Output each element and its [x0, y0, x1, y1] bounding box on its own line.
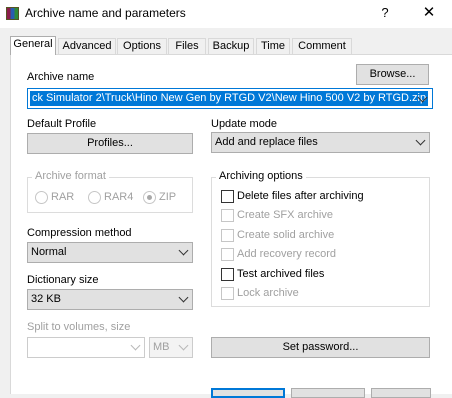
tab-advanced[interactable]: Advanced — [58, 38, 116, 54]
tab-backup[interactable]: Backup — [208, 38, 254, 54]
browse-button[interactable]: Browse... — [356, 64, 429, 85]
split-volumes-unit-value: MB — [153, 341, 170, 353]
set-password-button[interactable]: Set password... — [211, 337, 430, 358]
update-mode-select[interactable]: Add and replace files — [211, 132, 430, 153]
update-mode-label: Update mode — [211, 118, 278, 130]
delete-files-label: Delete files after archiving — [237, 190, 364, 202]
tab-general[interactable]: General — [10, 36, 56, 55]
archive-name-label: Archive name — [27, 71, 95, 83]
profiles-button[interactable]: Profiles... — [27, 133, 193, 154]
radio-rar4[interactable] — [88, 191, 101, 204]
split-volumes-size-combobox[interactable] — [27, 337, 145, 358]
create-solid-checkbox[interactable] — [221, 229, 234, 242]
winrar-app-icon — [6, 7, 19, 20]
archive-format-label: Archive format — [32, 170, 109, 182]
default-profile-label: Default Profile — [27, 118, 97, 130]
help-dialog-button[interactable] — [371, 388, 431, 398]
test-archived-label: Test archived files — [237, 268, 325, 280]
test-archived-checkbox[interactable] — [221, 268, 234, 281]
archiving-options-label: Archiving options — [216, 170, 306, 182]
dictionary-size-label: Dictionary size — [27, 274, 99, 286]
ok-button[interactable] — [211, 388, 285, 398]
compression-method-label: Compression method — [27, 227, 132, 239]
lock-archive-label: Lock archive — [237, 287, 299, 299]
radio-zip[interactable] — [143, 191, 156, 204]
compression-method-select[interactable]: Normal — [27, 242, 193, 263]
chevron-down-icon — [130, 340, 141, 350]
add-recovery-label: Add recovery record — [237, 248, 337, 260]
radio-rar[interactable] — [35, 191, 48, 204]
tab-options[interactable]: Options — [117, 38, 167, 54]
title-bar: Archive name and parameters ? ✕ — [0, 0, 452, 28]
split-volumes-unit-select[interactable]: MB — [149, 337, 193, 358]
dictionary-size-value: 32 KB — [31, 293, 61, 305]
add-recovery-checkbox[interactable] — [221, 248, 234, 261]
tab-comment[interactable]: Comment — [292, 38, 352, 54]
dictionary-size-select[interactable]: 32 KB — [27, 289, 193, 310]
help-button[interactable]: ? — [378, 5, 392, 21]
chevron-down-icon — [178, 292, 189, 302]
compression-method-value: Normal — [31, 246, 67, 258]
chevron-down-icon — [415, 135, 426, 145]
delete-files-checkbox[interactable] — [221, 190, 234, 203]
archive-name-value[interactable]: ck Simulator 2\Truck\Hino New Gen by RTG… — [30, 91, 429, 106]
window-title: Archive name and parameters — [25, 6, 186, 20]
close-button[interactable]: ✕ — [420, 3, 438, 23]
radio-rar4-label: RAR4 — [104, 191, 134, 203]
archive-name-combobox[interactable]: ck Simulator 2\Truck\Hino New Gen by RTG… — [27, 88, 433, 109]
tab-time[interactable]: Time — [256, 38, 290, 54]
update-mode-value: Add and replace files — [215, 136, 318, 148]
create-sfx-checkbox[interactable] — [221, 209, 234, 222]
chevron-down-icon — [178, 340, 189, 350]
radio-zip-label: ZIP — [159, 191, 177, 203]
tab-files[interactable]: Files — [168, 38, 206, 54]
split-volumes-label: Split to volumes, size — [27, 321, 131, 333]
create-sfx-label: Create SFX archive — [237, 209, 333, 221]
lock-archive-checkbox[interactable] — [221, 287, 234, 300]
cancel-button[interactable] — [291, 388, 365, 398]
chevron-down-icon — [178, 245, 189, 255]
radio-rar-label: RAR — [51, 191, 75, 203]
create-solid-label: Create solid archive — [237, 229, 335, 241]
